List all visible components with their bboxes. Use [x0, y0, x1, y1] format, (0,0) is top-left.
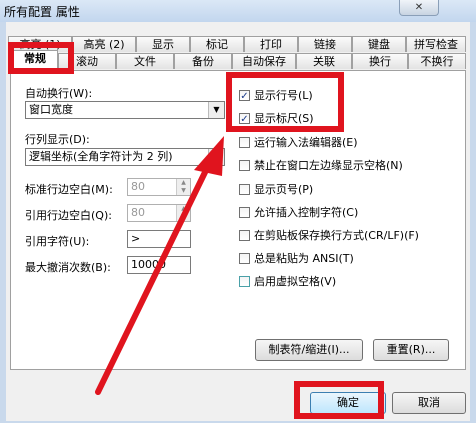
window-title: 所有配置 属性: [4, 5, 80, 19]
wrap-select-value: 窗口宽度: [29, 103, 73, 116]
tab-wrap[interactable]: 换行: [352, 53, 408, 69]
linenum-mode-label: 行列显示(D):: [25, 133, 90, 146]
tab-link[interactable]: 链接: [298, 36, 352, 52]
checkbox-box: [239, 275, 250, 287]
checkbox-box: [239, 252, 250, 264]
tab-print[interactable]: 打印: [244, 36, 298, 52]
tab-keyboard[interactable]: 键盘: [352, 36, 406, 52]
no-left-space-checkbox[interactable]: 禁止在窗口左边缘显示空格(N): [239, 157, 403, 173]
tab-autosave[interactable]: 自动保存: [232, 53, 296, 69]
wrap-label: 自动换行(W):: [25, 87, 93, 100]
checkbox-box: [239, 229, 250, 241]
ok-button[interactable]: 确定: [310, 392, 386, 414]
tab-backup[interactable]: 备份: [174, 53, 232, 69]
spin-arrows-icon[interactable]: ▲ ▼: [176, 179, 190, 195]
margin-stepper[interactable]: 80 ▲ ▼: [127, 178, 191, 196]
undo-label: 最大撤消次数(B):: [25, 261, 111, 274]
tab-indent-button[interactable]: 制表符/缩进(I)...: [255, 339, 363, 361]
tab-nowrap[interactable]: 不换行: [408, 53, 466, 69]
tab-mark[interactable]: 标记: [190, 36, 244, 52]
checkbox-label: 总是粘贴为 ANSI(T): [254, 252, 354, 265]
properties-dialog: 高亮 (1) 高亮 (2) 显示 标记 打印 链接 键盘 拼写检查 常规 滚动 …: [6, 22, 470, 421]
checkbox-label: 运行输入法编辑器(E): [254, 136, 358, 149]
chevron-down-icon: ▼: [208, 102, 224, 118]
quote-margin-stepper[interactable]: 80 ▲ ▼: [127, 204, 191, 222]
title-bar: 所有配置 属性 ✕: [0, 0, 476, 22]
show-page-number-checkbox[interactable]: 显示页号(P): [239, 181, 313, 197]
virtual-space-checkbox[interactable]: 启用虚拟空格(V): [239, 273, 336, 289]
checkbox-box: [239, 206, 250, 218]
checkbox-label: 启用虚拟空格(V): [254, 275, 337, 288]
show-ruler-checkbox[interactable]: ✓ 显示标尺(S): [239, 110, 314, 126]
checkbox-box: ✓: [239, 112, 250, 125]
checkbox-label: 显示行号(L): [254, 89, 313, 102]
tab-spellcheck[interactable]: 拼写检查: [406, 36, 466, 52]
quote-margin-value: 80: [131, 206, 145, 219]
tab-display[interactable]: 显示: [136, 36, 190, 52]
checkbox-label: 显示页号(P): [254, 183, 314, 196]
tab-file[interactable]: 文件: [116, 53, 174, 69]
wrap-select[interactable]: 窗口宽度 ▼: [25, 101, 225, 119]
tab-association[interactable]: 关联: [296, 53, 352, 69]
spin-arrows-icon[interactable]: ▲ ▼: [176, 205, 190, 221]
checkbox-label: 禁止在窗口左边缘显示空格(N): [254, 159, 403, 172]
chevron-down-icon: ▼: [208, 149, 224, 165]
show-line-numbers-checkbox[interactable]: ✓ 显示行号(L): [239, 87, 313, 103]
checkbox-box: [239, 136, 250, 148]
quote-char-input[interactable]: >: [127, 230, 191, 248]
checkbox-box: ✓: [239, 89, 250, 102]
tab-scroll[interactable]: 滚动: [58, 53, 116, 69]
checkbox-box: [239, 183, 250, 195]
checkbox-label: 在剪贴板保存换行方式(CR/LF)(F): [254, 229, 419, 242]
general-panel: 自动换行(W): 窗口宽度 ▼ 行列显示(D): 逻辑坐标(全角字符计为 2 列…: [10, 70, 466, 370]
margin-value: 80: [131, 180, 145, 193]
margin-label: 标准行边空白(M):: [25, 183, 113, 196]
tab-general[interactable]: 常规: [12, 50, 58, 70]
reset-button[interactable]: 重置(R)...: [373, 339, 449, 361]
cancel-button[interactable]: 取消: [392, 392, 466, 414]
linenum-mode-select[interactable]: 逻辑坐标(全角字符计为 2 列) ▼: [25, 148, 225, 166]
checkbox-label: 允许插入控制字符(C): [254, 206, 359, 219]
linenum-mode-value: 逻辑坐标(全角字符计为 2 列): [29, 150, 173, 163]
clipboard-newline-checkbox[interactable]: 在剪贴板保存换行方式(CR/LF)(F): [239, 227, 419, 243]
allow-control-chars-checkbox[interactable]: 允许插入控制字符(C): [239, 204, 358, 220]
checkbox-box: [239, 159, 250, 171]
tab-highlight-2[interactable]: 高亮 (2): [72, 36, 136, 52]
quote-margin-label: 引用行边空白(Q):: [25, 209, 112, 222]
paste-ansi-checkbox[interactable]: 总是粘贴为 ANSI(T): [239, 250, 354, 266]
checkbox-label: 显示标尺(S): [254, 112, 314, 125]
quote-char-label: 引用字符(U):: [25, 235, 90, 248]
undo-input[interactable]: 10000: [127, 256, 191, 274]
close-icon[interactable]: ✕: [399, 0, 439, 16]
run-ime-checkbox[interactable]: 运行输入法编辑器(E): [239, 134, 358, 150]
